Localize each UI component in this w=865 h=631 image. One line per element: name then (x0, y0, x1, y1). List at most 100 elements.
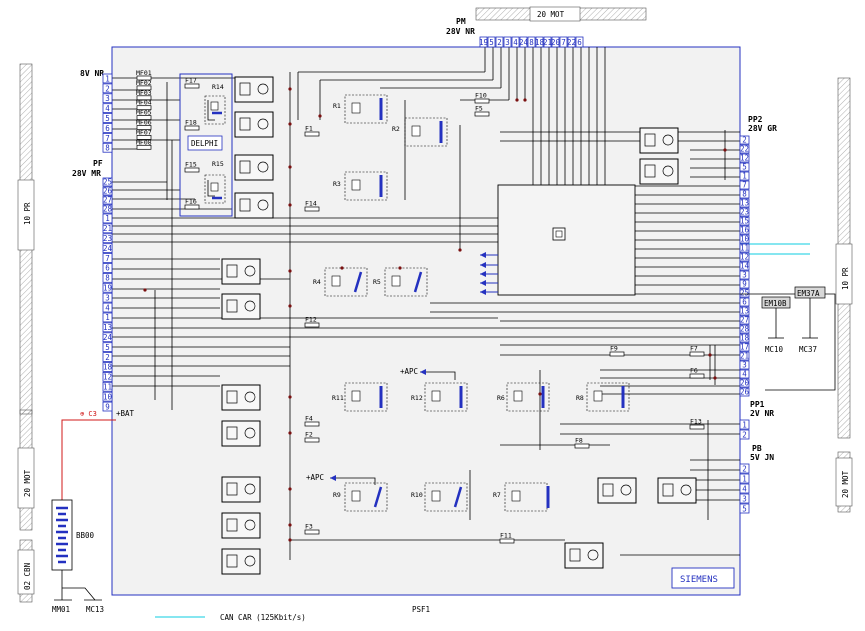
pp2-pin-number: 28 (740, 325, 750, 334)
pf-pin-number: 4 (105, 303, 110, 312)
pm-pin-number: 22 (567, 38, 576, 47)
pp2-pin-number: 13 (740, 307, 749, 316)
internal-fuse (184, 83, 200, 89)
internal-fuse (304, 421, 320, 427)
pm-pin-number: 2 (497, 38, 502, 47)
pp2-pin-number: 23 (740, 208, 749, 217)
pf-pin-number: 24 (103, 333, 113, 342)
internal-fuse (499, 538, 515, 544)
pp2-pin-number: 12 (740, 253, 749, 262)
mf-pin-number: 8 (105, 144, 110, 153)
pp2-pin-number: 3 (742, 361, 747, 370)
apc-label-1: +APC (400, 367, 418, 376)
internal-fuse-label: F13 (690, 418, 702, 426)
pp2-pin-number: 1 (742, 172, 747, 181)
pf-pin-number: 21 (103, 224, 112, 233)
internal-fuse (184, 167, 200, 173)
bat-code-label: BB00 (76, 531, 95, 540)
pp2-pin-number: 13 (740, 199, 749, 208)
pp2-pin-number: 2 (742, 136, 747, 145)
pp2-pin-number: 9 (742, 280, 747, 289)
pp2-pin-number: 5 (742, 163, 747, 172)
pf-pin-number: 1 (105, 313, 110, 322)
pm-connector: PM 28V NR 19 5 2 3 4 24 8 182120 7 22 6 (446, 17, 584, 48)
relay-label: R7 (493, 491, 501, 499)
pm-pin-number: 6 (577, 38, 582, 47)
mf-pin-number: 3 (105, 94, 110, 103)
pm-pin-number: 8 (529, 38, 534, 47)
internal-fuse (689, 424, 705, 430)
pp2-pin-number: 7 (742, 181, 747, 190)
diagram-title: PSF1 (412, 605, 430, 614)
pf-pin-number: 13 (103, 323, 112, 332)
pm-pin-number: 24 (519, 38, 529, 47)
relay-label: R15 (212, 160, 224, 168)
pp2-pin-number: 10 (740, 235, 750, 244)
ground-mc13: MC13 (86, 605, 104, 614)
internal-fuse-label: F1 (305, 125, 313, 133)
mf-fuse-label: MF02 (136, 79, 152, 87)
external-modules: EM10B EM37A MC10 MC37 (740, 286, 836, 391)
pb-pin-number: 4 (742, 485, 747, 494)
pf-pin-number: 27 (103, 196, 112, 205)
pp1-voltage-label: 2V NR (750, 409, 774, 418)
delphi-label: DELPHI (191, 139, 218, 148)
relay-label: R14 (212, 83, 224, 91)
pf-pin-number: 18 (103, 363, 113, 372)
pm-pin-number: 5 (489, 38, 494, 47)
internal-fuse-label: F10 (475, 92, 487, 100)
internal-fuse (474, 98, 490, 104)
bat-label: +BAT (116, 409, 135, 418)
internal-fuse (184, 204, 200, 210)
side-label-left-20mot: 20 MOT (23, 469, 32, 497)
internal-fuse (689, 373, 705, 379)
pp1-label: PP1 (750, 400, 765, 409)
internal-fuse-label: F14 (305, 200, 317, 208)
relay-label: R6 (497, 394, 505, 402)
pf-voltage-label: 28V MR (72, 169, 101, 178)
pp2-pin-number: 16 (740, 226, 750, 235)
mf-fuse-label: MF08 (136, 138, 152, 146)
pf-pin-number: 11 (103, 383, 112, 392)
relay-label: R8 (576, 394, 584, 402)
mf-pin-number: 1 (105, 74, 110, 83)
internal-fuse-label: F5 (475, 105, 483, 113)
pm-pin-number: 20 (551, 38, 561, 47)
pb-label: PB (752, 444, 762, 453)
side-label-top-20mot: 20 MOT (537, 10, 565, 19)
internal-fuse-label: F4 (305, 415, 313, 423)
pp2-pin-number: 12 (740, 154, 749, 163)
pf-pin-number: 24 (103, 244, 113, 253)
pb-voltage-label: 5V JN (750, 453, 774, 462)
relay-label: R12 (411, 394, 423, 402)
pb-pin-number: 1 (742, 475, 747, 484)
internal-fuse-label: F8 (575, 437, 583, 445)
can-lines (740, 243, 810, 255)
pf-pin-number: 3 (105, 293, 110, 302)
mf-fuse-label: MF01 (136, 69, 152, 77)
pf-pin-number: 8 (105, 274, 110, 283)
internal-fuse (304, 322, 320, 328)
pf-pin-number: 19 (103, 284, 112, 293)
pp2-voltage-label: 28V GR (748, 124, 777, 133)
pm-pin-number: 4 (513, 38, 518, 47)
pf-pin-number: 12 (103, 373, 112, 382)
mf-pin-number: 5 (105, 114, 110, 123)
mf-voltage-label: 8V NR (80, 69, 104, 78)
mf-pin-number: 4 (105, 104, 110, 113)
internal-fuse-label: F7 (690, 345, 698, 353)
internal-fuse-label: F9 (610, 345, 618, 353)
pp2-pin-number: 17 (740, 343, 749, 352)
pm-label: PM (456, 17, 466, 26)
internal-fuse (689, 351, 705, 357)
internal-fuse-label: F16 (185, 198, 197, 206)
apc-label-2: +APC (306, 473, 324, 482)
top-side-connector: 20 MOT (475, 6, 647, 22)
internal-fuse (474, 111, 490, 117)
pm-pin-number: 7 (561, 38, 566, 47)
internal-fuse (304, 437, 320, 443)
pm-voltage-label: 28V NR (446, 27, 475, 36)
pp2-pin-number: 3 (742, 271, 747, 280)
mf-fuse-label: MF03 (136, 89, 152, 97)
pp1-connector: PP1 2V NR 12 (739, 400, 774, 440)
